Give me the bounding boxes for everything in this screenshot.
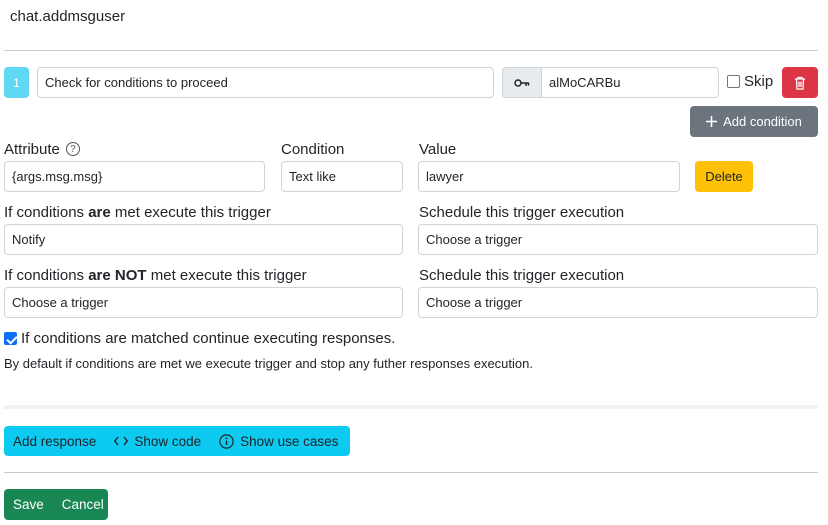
step-description-input[interactable]: Check for conditions to proceed xyxy=(37,67,494,98)
skip-checkbox-wrap[interactable]: Skip xyxy=(727,73,773,90)
show-use-cases-label: Show use cases xyxy=(240,433,339,449)
page-title: chat.addmsguser xyxy=(10,8,126,25)
not-met-trigger-label-bold: are NOT xyxy=(88,267,147,284)
cancel-button[interactable]: Cancel xyxy=(53,489,113,520)
attribute-input[interactable]: {args.msg.msg} xyxy=(4,161,265,192)
condition-label: Condition xyxy=(281,141,345,158)
response-actions-group: Add response Show code Show use cases xyxy=(4,426,350,456)
skip-label: Skip xyxy=(744,73,774,90)
delete-step-button[interactable] xyxy=(782,67,818,98)
not-met-trigger-label-post: met execute this trigger xyxy=(146,267,307,284)
value-input[interactable]: lawyer xyxy=(418,161,680,192)
add-condition-label: Add condition xyxy=(723,114,802,129)
continue-label: If conditions are matched continue execu… xyxy=(21,330,396,347)
met-trigger-label-pre: If conditions xyxy=(4,204,89,221)
info-circle-icon xyxy=(219,433,234,449)
show-code-button[interactable]: Show code xyxy=(105,426,210,456)
met-trigger-label: If conditions are met execute this trigg… xyxy=(4,204,271,221)
attribute-label-wrap: Attribute? xyxy=(4,141,80,158)
show-use-cases-button[interactable]: Show use cases xyxy=(210,426,347,456)
key-icon xyxy=(502,67,542,98)
code-icon xyxy=(114,436,129,446)
skip-checkbox[interactable] xyxy=(727,75,740,88)
not-met-trigger-input[interactable]: Choose a trigger xyxy=(4,287,403,318)
schedule-met-label: Schedule this trigger execution xyxy=(419,204,625,221)
schedule-not-met-label: Schedule this trigger execution xyxy=(419,267,625,284)
value-label: Value xyxy=(419,141,457,158)
save-cancel-group: Save Cancel xyxy=(4,489,108,520)
divider xyxy=(4,50,818,51)
continue-checkbox-wrap[interactable]: If conditions are matched continue execu… xyxy=(4,330,395,347)
footer-divider xyxy=(4,472,818,473)
plus-icon xyxy=(706,116,718,127)
save-button[interactable]: Save xyxy=(4,489,53,520)
continue-checkbox[interactable] xyxy=(4,332,17,345)
attribute-label: Attribute xyxy=(4,141,60,158)
step-number-badge: 1 xyxy=(4,67,29,98)
trash-icon xyxy=(795,76,805,90)
schedule-not-met-trigger-input[interactable]: Choose a trigger xyxy=(418,287,818,318)
step-identifier-input[interactable]: alMoCARBu xyxy=(541,67,719,98)
show-code-label: Show code xyxy=(134,433,202,449)
met-trigger-label-bold: are xyxy=(88,204,111,221)
not-met-trigger-label-pre: If conditions xyxy=(4,267,89,284)
question-circle-icon[interactable]: ? xyxy=(65,142,80,157)
add-response-button[interactable]: Add response xyxy=(4,426,105,456)
schedule-met-trigger-input[interactable]: Choose a trigger xyxy=(418,224,818,255)
continue-help-text: By default if conditions are met we exec… xyxy=(4,356,533,371)
met-trigger-label-post: met execute this trigger xyxy=(110,204,271,221)
condition-select[interactable]: Text like xyxy=(281,161,403,192)
section-divider xyxy=(4,405,818,409)
delete-condition-button[interactable]: Delete xyxy=(695,161,753,192)
add-condition-button[interactable]: Add condition xyxy=(690,106,818,137)
not-met-trigger-label: If conditions are NOT met execute this t… xyxy=(4,267,307,284)
add-response-label: Add response xyxy=(13,433,97,449)
met-trigger-input[interactable]: Notify xyxy=(4,224,403,255)
